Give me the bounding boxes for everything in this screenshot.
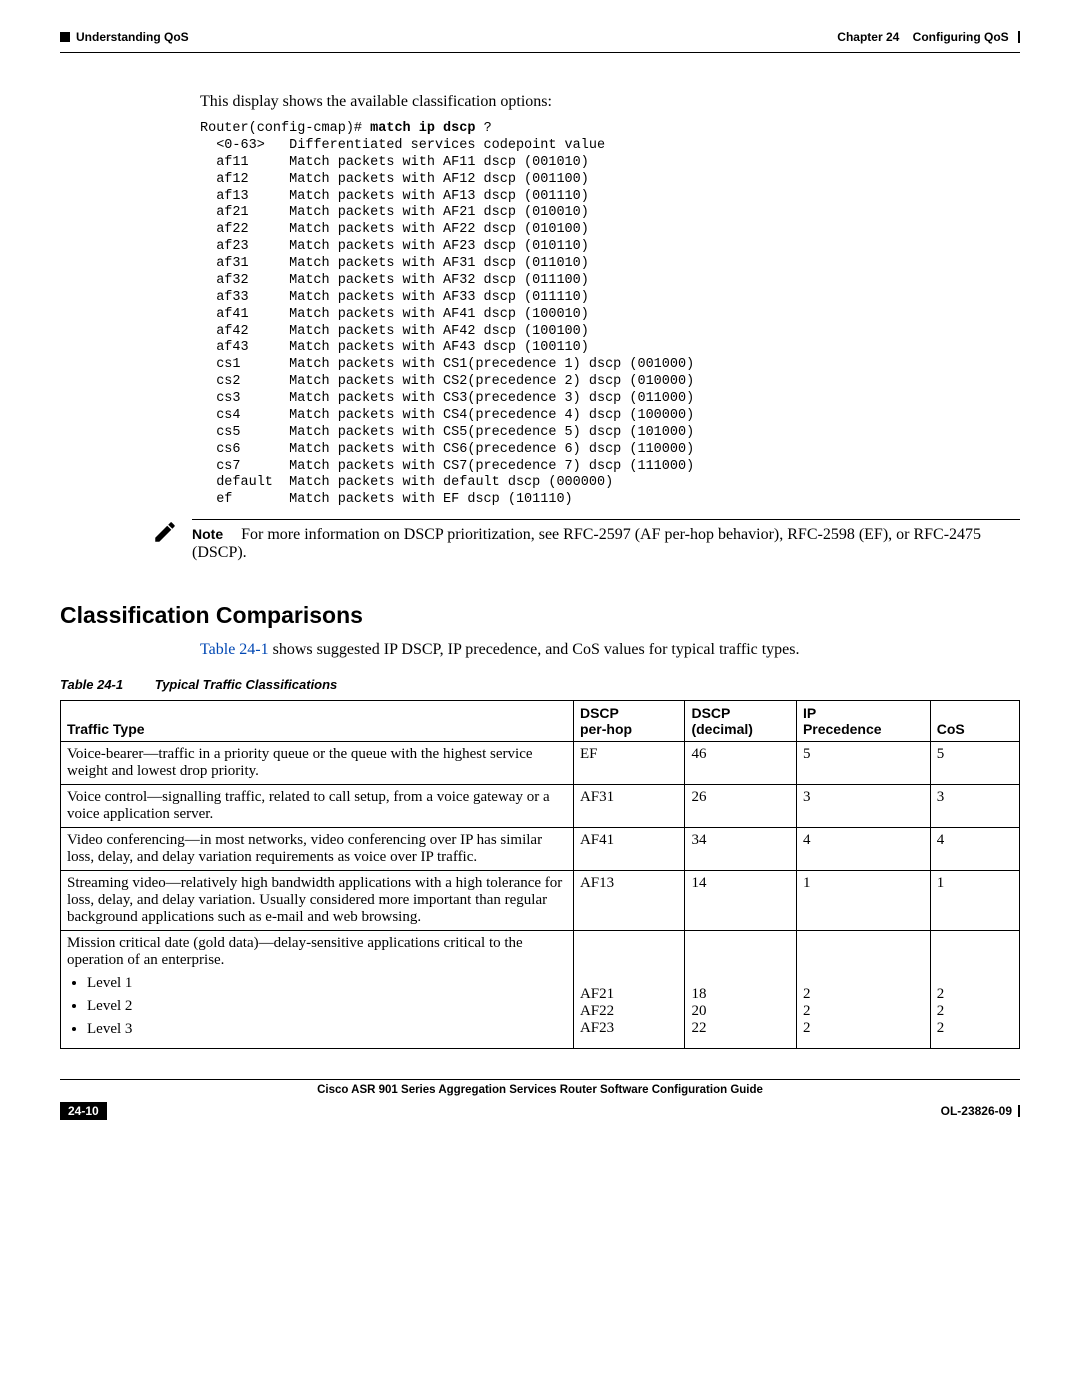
note-label: Note <box>192 526 223 542</box>
table-row: Voice control—signalling traffic, relate… <box>61 785 1020 828</box>
cell-cos: 3 <box>930 785 1019 828</box>
table-row: Voice-bearer—traffic in a priority queue… <box>61 742 1020 785</box>
cell-perhop: AF21 AF22 AF23 <box>573 931 685 1049</box>
cell-perhop: AF13 <box>573 871 685 931</box>
footer-rule <box>60 1079 1020 1080</box>
running-header-left: Understanding QoS <box>60 30 189 44</box>
intro-text: This display shows the available classif… <box>200 93 1020 111</box>
list-item: Level 3 <box>87 1021 567 1038</box>
page-number: 24-10 <box>60 1102 107 1120</box>
cell-cos: 5 <box>930 742 1019 785</box>
cell-precedence: 3 <box>796 785 930 828</box>
cell-traffic-type: Video conferencing—in most networks, vid… <box>61 828 574 871</box>
col-dscp-perhop: DSCPper-hop <box>573 701 685 742</box>
running-header-right: Chapter 24 Configuring QoS <box>837 30 1020 44</box>
list-item: Level 2 <box>87 998 567 1015</box>
section-title: Classification Comparisons <box>60 602 1020 629</box>
cell-perhop: AF41 <box>573 828 685 871</box>
table-reference-link[interactable]: Table 24-1 <box>200 641 269 658</box>
section-intro: Table 24-1 shows suggested IP DSCP, IP p… <box>200 641 1020 659</box>
mission-intro: Mission critical date (gold data)—delay-… <box>67 935 523 968</box>
cell-decimal: 18 20 22 <box>685 931 797 1049</box>
col-dscp-decimal: DSCP(decimal) <box>685 701 797 742</box>
note-text: For more information on DSCP prioritizat… <box>192 526 981 561</box>
document-id: OL-23826-09 <box>941 1104 1020 1118</box>
cli-command: match ip dscp <box>370 121 483 136</box>
cell-precedence: 5 <box>796 742 930 785</box>
table-title: Typical Traffic Classifications <box>155 677 338 692</box>
chapter-number: Chapter 24 <box>837 30 899 44</box>
cell-traffic-type: Voice control—signalling traffic, relate… <box>61 785 574 828</box>
mission-levels: Level 1 Level 2 Level 3 <box>71 975 567 1038</box>
cell-decimal: 14 <box>685 871 797 931</box>
footer-book-title: Cisco ASR 901 Series Aggregation Service… <box>60 1084 1020 1096</box>
cell-precedence: 4 <box>796 828 930 871</box>
table-number: Table 24-1 <box>60 677 123 692</box>
col-traffic-type: Traffic Type <box>61 701 574 742</box>
classification-table: Traffic Type DSCPper-hop DSCP(decimal) I… <box>60 700 1020 1049</box>
cell-decimal: 34 <box>685 828 797 871</box>
cell-traffic-type: Voice-bearer—traffic in a priority queue… <box>61 742 574 785</box>
table-header-row: Traffic Type DSCPper-hop DSCP(decimal) I… <box>61 701 1020 742</box>
cell-cos: 4 <box>930 828 1019 871</box>
table-row: Video conferencing—in most networks, vid… <box>61 828 1020 871</box>
table-row: Mission critical date (gold data)—delay-… <box>61 931 1020 1049</box>
cli-prompt: Router(config-cmap)# <box>200 121 370 136</box>
list-item: Level 1 <box>87 975 567 992</box>
cli-output: Router(config-cmap)# match ip dscp ? <0-… <box>200 121 1020 509</box>
cell-perhop: EF <box>573 742 685 785</box>
cell-decimal: 46 <box>685 742 797 785</box>
cell-precedence: 1 <box>796 871 930 931</box>
cell-cos: 2 2 2 <box>930 931 1019 1049</box>
header-rule <box>60 52 1020 53</box>
cell-traffic-type: Mission critical date (gold data)—delay-… <box>61 931 574 1049</box>
cell-perhop: AF31 <box>573 785 685 828</box>
cell-traffic-type: Streaming video—relatively high bandwidt… <box>61 871 574 931</box>
cell-decimal: 26 <box>685 785 797 828</box>
pencil-icon <box>150 519 180 550</box>
note-content: Note For more information on DSCP priori… <box>192 519 1020 562</box>
col-ip-precedence: IPPrecedence <box>796 701 930 742</box>
cell-cos: 1 <box>930 871 1019 931</box>
col-cos: CoS <box>930 701 1019 742</box>
table-caption: Table 24-1 Typical Traffic Classificatio… <box>60 677 1020 692</box>
table-row: Streaming video—relatively high bandwidt… <box>61 871 1020 931</box>
chapter-title: Configuring QoS <box>913 30 1009 44</box>
cell-precedence: 2 2 2 <box>796 931 930 1049</box>
cli-lines: <0-63> Differentiated services codepoint… <box>200 138 694 507</box>
